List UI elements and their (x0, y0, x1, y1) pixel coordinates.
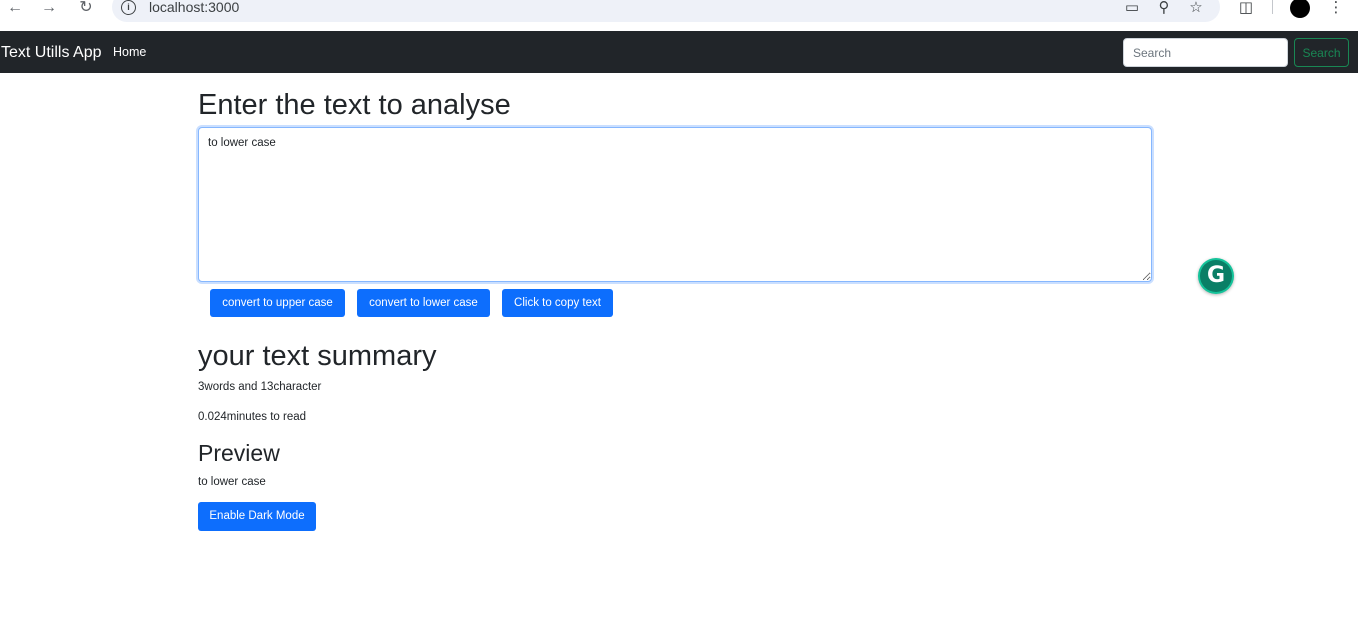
grammarly-icon[interactable]: G (1198, 258, 1234, 294)
search-button[interactable]: Search (1294, 38, 1349, 67)
copy-text-button[interactable]: Click to copy text (502, 289, 613, 317)
address-bar[interactable]: i localhost:3000 (112, 0, 1220, 22)
word-char-count: 3words and 13character (198, 381, 322, 393)
profile-icon[interactable] (1290, 0, 1310, 18)
menu-kebab-icon[interactable]: ⋮ (1326, 0, 1346, 17)
app-navbar: Text Utills App Home Search (0, 31, 1358, 73)
extensions-icon[interactable]: ◫ (1236, 0, 1256, 17)
install-app-icon[interactable]: ▭ (1122, 0, 1142, 17)
site-info-icon[interactable]: i (121, 0, 136, 15)
summary-heading: your text summary (198, 340, 437, 372)
convert-upper-button[interactable]: convert to upper case (210, 289, 345, 317)
preview-text: to lower case (198, 476, 266, 488)
reload-icon[interactable]: ↻ (77, 0, 95, 16)
preview-heading: Preview (198, 440, 280, 466)
read-time: 0.024minutes to read (198, 411, 307, 423)
bookmark-star-icon[interactable]: ☆ (1186, 0, 1206, 17)
convert-lower-button[interactable]: convert to lower case (357, 289, 490, 317)
back-arrow-icon[interactable]: ← (6, 0, 24, 16)
grammarly-letter: G (1200, 260, 1232, 292)
toolbar-divider (1272, 0, 1273, 14)
nav-link-home[interactable]: Home (113, 45, 146, 60)
address-url[interactable]: localhost:3000 (149, 0, 239, 15)
page-title: Enter the text to analyse (198, 89, 511, 121)
search-input[interactable] (1123, 38, 1288, 67)
dark-mode-button[interactable]: Enable Dark Mode (198, 502, 316, 531)
navbar-brand[interactable]: Text Utills App (1, 43, 101, 62)
text-input-area[interactable] (198, 127, 1152, 282)
forward-arrow-icon[interactable]: → (40, 0, 58, 16)
zoom-icon[interactable]: ⚲ (1154, 0, 1174, 17)
browser-toolbar: ← → ↻ i localhost:3000 ▭ ⚲ ☆ ◫ ⋮ (0, 0, 1358, 31)
